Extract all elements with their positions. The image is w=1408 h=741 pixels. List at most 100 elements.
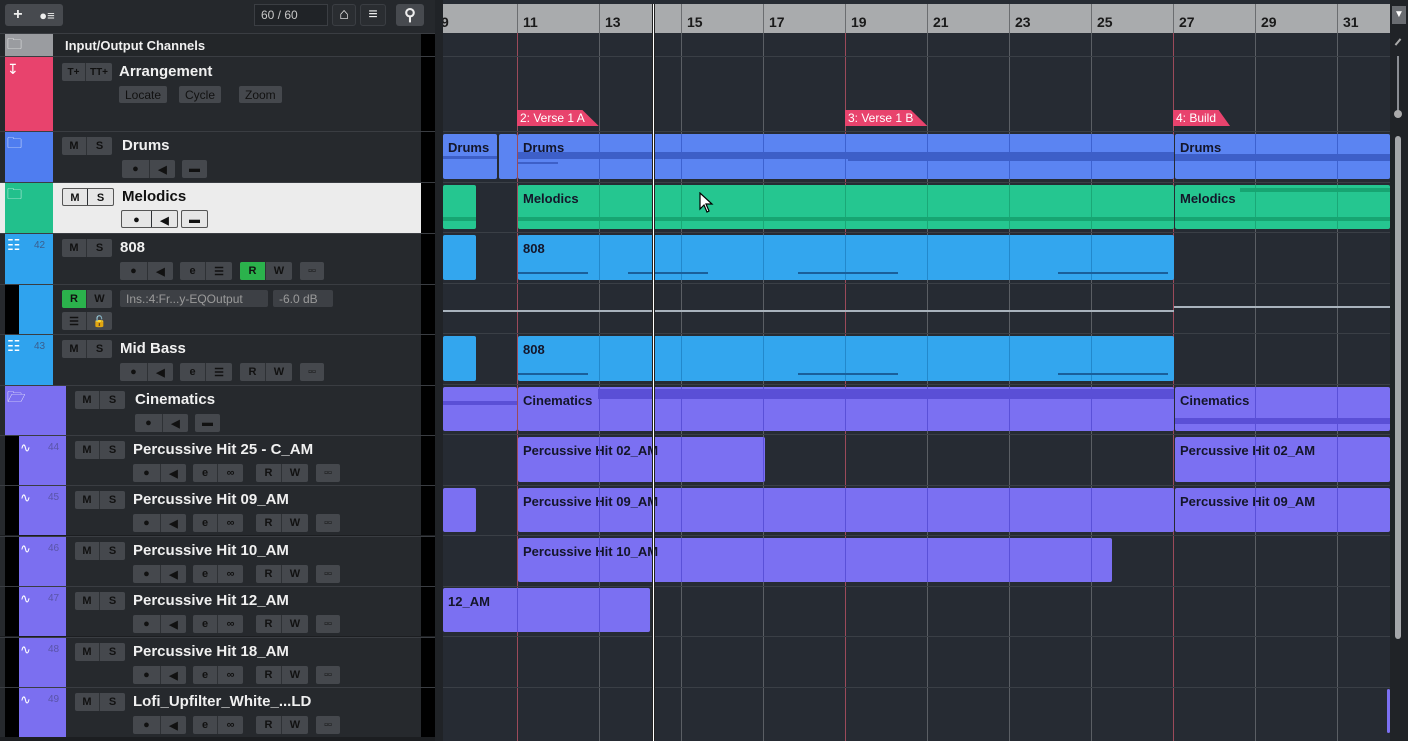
- audio-event[interactable]: 12_AM: [443, 588, 650, 632]
- link-icon[interactable]: ∞: [218, 716, 243, 734]
- write-automation-button[interactable]: W: [282, 464, 308, 482]
- cinematics-event[interactable]: Cinematics: [518, 387, 1174, 431]
- drums-event[interactable]: Drums: [1175, 134, 1390, 179]
- lane-icon[interactable]: ▫▫: [316, 666, 340, 684]
- lane-icon[interactable]: ▫▫: [316, 716, 340, 734]
- record-enable-icon[interactable]: ●: [120, 363, 148, 381]
- add-marker-button[interactable]: T+: [62, 63, 86, 81]
- lane-icon[interactable]: ▫▫: [316, 565, 340, 583]
- record-enable-icon[interactable]: ●: [133, 464, 161, 482]
- monitor-icon[interactable]: ◀: [161, 565, 186, 583]
- write-automation-button[interactable]: W: [282, 514, 308, 532]
- edit-channel-icon[interactable]: e: [193, 514, 218, 532]
- read-automation-button[interactable]: R: [62, 290, 87, 308]
- track-audio[interactable]: ∿ 45 M S Percussive Hit 09_AM ● ◀ e ∞ R W ▫▫: [0, 485, 435, 535]
- lane-icon[interactable]: ▫▫: [316, 615, 340, 633]
- edit-channel-icon[interactable]: e: [193, 615, 218, 633]
- mute-button[interactable]: M: [75, 441, 100, 459]
- track-808[interactable]: ☷ 42 MS 808 ● ◀ e ☰ RW ▫▫: [0, 233, 435, 284]
- solo-button[interactable]: S: [87, 239, 112, 257]
- cinematics-event[interactable]: Cinematics: [1175, 387, 1390, 431]
- arranger-marker[interactable]: 2: Verse 1 A: [517, 110, 599, 126]
- track-preset-icon[interactable]: ●≡: [39, 8, 54, 23]
- track-audio[interactable]: ∿ 49 M S Lofi_Upfilter_White_...LD ● ◀ e ∞ R W ▫▫: [0, 687, 435, 737]
- mute-button[interactable]: M: [62, 239, 87, 257]
- add-cycle-marker-button[interactable]: TT+: [86, 63, 112, 81]
- record-enable-icon[interactable]: ●: [135, 414, 163, 432]
- audio-event[interactable]: Percussive Hit 09_AM: [1175, 488, 1390, 532]
- audio-event[interactable]: Percussive Hit 02_AM: [1175, 437, 1390, 482]
- mute-button[interactable]: M: [62, 340, 87, 358]
- read-automation-button[interactable]: R: [256, 666, 282, 684]
- record-enable-icon[interactable]: ●: [133, 666, 161, 684]
- solo-button[interactable]: S: [100, 693, 125, 711]
- mute-button[interactable]: M: [75, 491, 100, 509]
- mute-button[interactable]: M: [75, 542, 100, 560]
- solo-button[interactable]: S: [88, 189, 113, 205]
- instrument-icon[interactable]: ☰: [206, 363, 232, 381]
- drums-event[interactable]: Drums: [443, 134, 497, 179]
- read-automation-button[interactable]: R: [240, 363, 266, 381]
- drums-event[interactable]: Drums: [518, 134, 1174, 179]
- solo-button[interactable]: S: [100, 391, 125, 409]
- lane-icon[interactable]: ▫▫: [316, 514, 340, 532]
- edit-instrument-icon[interactable]: e: [180, 363, 206, 381]
- track-audio[interactable]: ∿ 44 M S Percussive Hit 25 - C_AM ● ◀ e ∞ R W ▫▫: [0, 435, 435, 485]
- instrument-icon[interactable]: ☰: [206, 262, 232, 280]
- folder-sync-icon[interactable]: ▬: [195, 414, 220, 432]
- monitor-icon[interactable]: ◀: [150, 160, 175, 178]
- audio-event[interactable]: Percussive Hit 10_AM: [518, 538, 1112, 582]
- mute-button[interactable]: M: [75, 592, 100, 610]
- write-automation-button[interactable]: W: [87, 290, 112, 308]
- track-mid-bass[interactable]: ☷ 43 MS Mid Bass ● ◀ e ☰ RW ▫▫: [0, 334, 435, 385]
- mute-button[interactable]: M: [75, 391, 100, 409]
- monitor-icon[interactable]: ◀: [152, 211, 177, 227]
- record-enable-icon[interactable]: ●: [133, 716, 161, 734]
- folder-sync-icon[interactable]: ▬: [182, 160, 207, 178]
- record-enable-icon[interactable]: ●: [133, 514, 161, 532]
- midi-event-midbass[interactable]: 808: [518, 336, 1174, 381]
- automation-parameter-select[interactable]: Ins.:4:Fr...y-EQOutput: [120, 290, 268, 307]
- track-arrangement[interactable]: ↧ T+ TT+ Arrangement Locate Cycle Zoom: [0, 56, 435, 131]
- lane-icon[interactable]: ▫▫: [300, 363, 324, 381]
- monitor-icon[interactable]: ◀: [161, 716, 186, 734]
- lane-icon[interactable]: ▫▫: [300, 262, 324, 280]
- read-automation-button[interactable]: R: [256, 615, 282, 633]
- link-icon[interactable]: ∞: [218, 464, 243, 482]
- edit-channel-icon[interactable]: e: [193, 565, 218, 583]
- melodics-event[interactable]: [443, 185, 476, 229]
- solo-button[interactable]: S: [100, 643, 125, 661]
- record-enable-icon[interactable]: ●: [122, 211, 152, 227]
- ruler-menu-icon[interactable]: ▼: [1392, 6, 1406, 24]
- record-enable-icon[interactable]: ●: [120, 262, 148, 280]
- track-melodics[interactable]: 🗀 MS Melodics ● ◀ ▬: [0, 182, 435, 233]
- midi-event-808[interactable]: 808: [518, 235, 1174, 280]
- mute-button[interactable]: M: [75, 643, 100, 661]
- plus-icon[interactable]: +: [13, 6, 22, 24]
- mute-button[interactable]: M: [62, 137, 87, 155]
- read-automation-button[interactable]: R: [240, 262, 266, 280]
- read-automation-button[interactable]: R: [256, 514, 282, 532]
- automation-curve[interactable]: [1174, 306, 1390, 308]
- mute-button[interactable]: M: [75, 693, 100, 711]
- solo-button[interactable]: S: [100, 491, 125, 509]
- drums-event[interactable]: [499, 134, 517, 179]
- folder-sync-icon[interactable]: ▬: [182, 211, 207, 227]
- edit-channel-icon[interactable]: e: [193, 666, 218, 684]
- solo-button[interactable]: S: [87, 340, 112, 358]
- write-automation-button[interactable]: W: [282, 666, 308, 684]
- write-automation-button[interactable]: W: [282, 565, 308, 583]
- zoom-slider-handle[interactable]: [1394, 110, 1402, 118]
- read-automation-button[interactable]: R: [256, 565, 282, 583]
- midi-event-808[interactable]: [443, 235, 476, 280]
- automation-curve[interactable]: [443, 310, 1174, 312]
- track-count-field[interactable]: 60 / 60: [254, 4, 328, 26]
- project-cursor[interactable]: [652, 4, 655, 741]
- visibility-agent-icon[interactable]: ⌂: [332, 4, 356, 26]
- zoom-button[interactable]: Zoom: [239, 86, 282, 103]
- track-drums[interactable]: 🗀 MS Drums ● ◀ ▬: [0, 131, 435, 182]
- arranger-marker[interactable]: 3: Verse 1 B: [845, 110, 928, 126]
- audio-event[interactable]: Percussive Hit 02_AM: [518, 437, 765, 482]
- record-enable-icon[interactable]: ●: [133, 615, 161, 633]
- locate-button[interactable]: Locate: [119, 86, 168, 103]
